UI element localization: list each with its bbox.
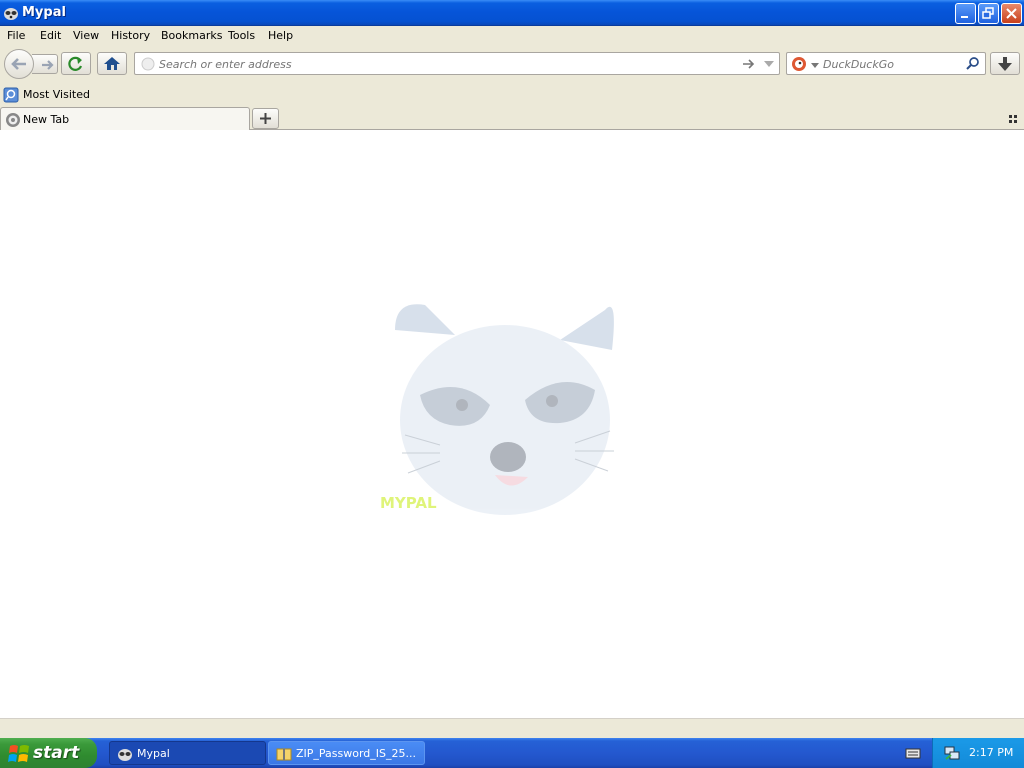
forward-arrow-icon [42,60,54,70]
forward-button[interactable] [32,54,58,74]
menu-bookmarks[interactable]: Bookmarks [161,29,222,42]
start-button[interactable]: start [0,738,97,768]
title-bar: Mypal [0,0,1024,26]
menu-tools[interactable]: Tools [228,29,255,42]
tab-new-tab[interactable]: New Tab [0,107,250,130]
address-bar[interactable] [134,52,780,75]
go-arrow-icon[interactable] [742,57,756,71]
mypal-taskbar-icon [118,749,132,761]
page-globe-icon [141,57,155,71]
clock: 2:17 PM [969,746,1014,759]
mypal-raccoon-logo: MYPAL [380,304,614,515]
taskbar: start Mypal ZIP_Password_IS_25... 2:17 P… [0,738,1024,768]
most-visited-label: Most Visited [23,88,90,101]
bookmarks-toolbar: Most Visited [0,84,1024,106]
close-button[interactable] [1001,3,1022,24]
search-engine-dropdown-icon[interactable] [811,61,819,69]
minimize-button[interactable] [955,3,976,24]
navigation-toolbar [0,46,1024,84]
menu-help[interactable]: Help [268,29,293,42]
menu-edit[interactable]: Edit [40,29,61,42]
menu-view[interactable]: View [73,29,99,42]
taskbar-item-label: Mypal [137,747,170,760]
reload-icon [68,56,83,71]
minimize-icon [961,16,968,18]
bookmark-most-visited[interactable]: Most Visited [3,87,90,103]
most-visited-folder-icon [3,87,19,103]
search-icon[interactable] [965,56,981,72]
restore-icon [982,7,994,19]
start-label: start [33,743,80,763]
downloads-button[interactable] [990,52,1020,75]
window-title: Mypal [22,5,66,20]
list-all-tabs-icon[interactable] [1008,113,1020,125]
restore-button[interactable] [978,3,999,24]
taskbar-item-label: ZIP_Password_IS_25... [296,747,417,760]
reload-button[interactable] [61,52,91,75]
page-content: MYPAL [0,130,1024,718]
duckduckgo-icon[interactable] [791,55,809,73]
mypal-raccoon-icon [4,8,18,20]
taskbar-item-zip-folder[interactable]: ZIP_Password_IS_25... [268,741,425,765]
tab-label: New Tab [23,113,70,126]
back-forward-group [4,49,58,79]
network-icon[interactable] [943,744,961,762]
home-icon [104,57,120,70]
system-tray: 2:17 PM [932,738,1024,768]
menu-bar: File Edit View History Bookmarks Tools H… [0,26,1024,46]
menu-file[interactable]: File [7,29,25,42]
taskbar-item-mypal[interactable]: Mypal [109,741,266,765]
keyboard-icon[interactable] [905,745,921,761]
status-bar [0,718,1024,738]
url-dropdown-icon[interactable] [763,58,775,70]
search-bar[interactable] [786,52,986,75]
new-tab-button[interactable] [252,108,279,129]
back-arrow-icon [11,58,26,70]
zip-folder-icon [276,748,292,761]
plus-icon [260,113,271,124]
svg-text:MYPAL: MYPAL [380,494,437,512]
address-input[interactable] [159,57,719,71]
windows-logo-icon [8,745,29,762]
tab-strip: New Tab [0,106,1024,130]
close-icon [1006,8,1017,19]
menu-history[interactable]: History [111,29,150,42]
search-input[interactable] [823,57,958,71]
download-arrow-icon [998,57,1012,71]
back-button[interactable] [4,49,34,79]
tab-favicon-icon [6,113,20,127]
home-button[interactable] [97,52,127,75]
